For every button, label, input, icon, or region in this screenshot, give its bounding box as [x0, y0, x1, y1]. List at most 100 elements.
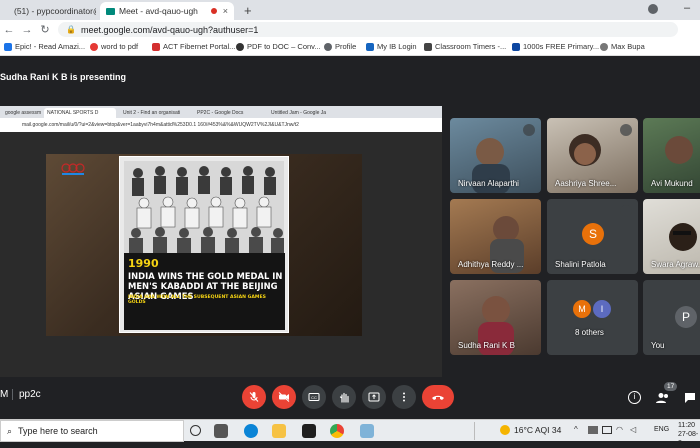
cortana-icon[interactable] [190, 425, 201, 436]
url-text: meet.google.com/avd-qauo-ugh?authuser=1 [80, 24, 259, 35]
shared-tab-active: NATIONAL SPORTS D [44, 108, 116, 118]
bookmark-profile[interactable]: Profile [324, 42, 356, 51]
url-field[interactable]: 🔒 meet.google.com/avd-qauo-ugh?authuser=… [58, 22, 678, 37]
edge-icon[interactable] [244, 424, 258, 438]
bookmark-act-fibernet[interactable]: ACT Fibernet Portal... [152, 42, 235, 51]
clock[interactable]: 11:20 27-08-2 [678, 421, 700, 448]
mic-off-icon [620, 205, 632, 217]
display-icon[interactable] [588, 426, 598, 434]
bookmark-word-to-pdf[interactable]: word to pdf [90, 42, 138, 51]
bookmark-1000s-free[interactable]: 1000s FREE Primary... [512, 42, 599, 51]
file-explorer-icon[interactable] [272, 424, 286, 438]
sticky-notes-icon[interactable] [302, 424, 316, 438]
participant-tile[interactable]: Adhithya Reddy ... [450, 199, 541, 274]
shared-tab: Untitled Jam - Google Ja [271, 110, 327, 116]
browser-tab-active[interactable]: Meet - avd-qauo-ugh × [100, 2, 234, 20]
self-tile[interactable]: P You [643, 280, 700, 355]
chrome-icon[interactable] [330, 424, 344, 438]
bookmark-classroom-timers[interactable]: Classroom Timers -... [424, 42, 506, 51]
participant-tile[interactable]: S Shalini Patlola [547, 199, 638, 274]
present-button[interactable] [362, 385, 386, 409]
slide-year: 1990 [128, 257, 159, 270]
tab-label: (51) - pypcoordinator@th [14, 6, 96, 16]
hand-icon [339, 392, 349, 403]
people-icon [656, 393, 668, 403]
language-indicator[interactable]: ENG [654, 426, 669, 433]
weather-icon [500, 425, 510, 435]
avatar: P [675, 306, 697, 328]
browser-tab-bar: (51) - pypcoordinator@th × Meet - avd-qa… [0, 0, 700, 20]
browser-tab[interactable]: (51) - pypcoordinator@th × [4, 2, 96, 20]
meet-icon [106, 7, 115, 15]
meet-control-bar: M pp2c CC i 17 [0, 377, 700, 419]
participant-tile[interactable]: Swara Agraw... [643, 199, 700, 274]
search-icon: ⌕ [7, 425, 13, 436]
participant-name: Sudha Rani K B [458, 341, 515, 350]
back-icon[interactable]: ← [0, 24, 18, 36]
mic-off-icon [523, 124, 535, 136]
mic-off-icon [249, 392, 259, 402]
clock-date: 27-08-2 [678, 431, 699, 447]
chat-button[interactable] [684, 391, 696, 409]
chat-icon [685, 393, 695, 403]
more-vert-icon [403, 392, 405, 402]
search-placeholder: Type here to search [18, 426, 98, 436]
avatar: S [582, 223, 604, 245]
battery-icon[interactable] [602, 426, 612, 434]
heart-icon [90, 42, 98, 51]
shared-tab: Unit 2 - Find an organisati [123, 110, 181, 116]
info-icon[interactable]: i [628, 391, 641, 404]
participant-name: Nirvaan Alaparthi [458, 179, 519, 188]
mic-toggle-button[interactable] [242, 385, 266, 409]
captions-icon: CC [308, 393, 320, 401]
participant-tile[interactable]: Avi Mukund [643, 118, 700, 193]
bookmark-my-ib-login[interactable]: My IB Login [366, 42, 417, 51]
others-tile[interactable]: M I 8 others [547, 280, 638, 355]
shared-tab: PP2C - Google Docs [197, 110, 244, 116]
reload-icon[interactable]: ↻ [36, 23, 54, 36]
svg-text:CC: CC [311, 395, 317, 400]
forward-icon[interactable]: → [18, 24, 36, 36]
slide-subline: INDIA HAS WON ALL THE SUBSEQUENT ASIAN G… [128, 295, 266, 305]
task-view-icon[interactable] [214, 424, 228, 438]
presentation-slide: 1990 INDIA WINS THE GOLD MEDAL IN MEN'S … [46, 154, 362, 336]
rings-logo-icon [61, 163, 85, 175]
minimize-icon[interactable]: – [684, 2, 690, 14]
meeting-prefix: M [0, 389, 9, 400]
clock-time: 11:20 [678, 422, 695, 429]
bookmark-epic[interactable]: Epic! - Read Amazi... [4, 42, 85, 51]
taskbar-search[interactable]: ⌕ Type here to search [0, 420, 184, 442]
weather-text: 16°C AQI 34 [514, 425, 562, 435]
present-icon [368, 392, 380, 402]
participant-name: Aashriya Shree... [555, 179, 617, 188]
others-count: 8 others [575, 328, 604, 337]
raise-hand-button[interactable] [332, 385, 356, 409]
bookmark-pdf-to-doc[interactable]: PDF to DOC – Conv... [236, 42, 321, 51]
captions-button[interactable]: CC [302, 385, 326, 409]
globe-icon [324, 42, 332, 51]
new-tab-icon[interactable]: + [244, 3, 252, 18]
volume-icon[interactable]: ◁ [630, 425, 636, 434]
participant-tile[interactable]: Sudha Rani K B [450, 280, 541, 355]
wifi-icon[interactable]: ◠ [616, 425, 623, 434]
tray-chevron-icon[interactable]: ^ [574, 425, 578, 434]
mic-off-icon [620, 124, 632, 136]
shared-url-bar: mail.google.com/mail/u/0/?ui=2&view=btop… [0, 118, 442, 132]
timer-icon [424, 42, 432, 51]
participant-tile[interactable]: Nirvaan Alaparthi [450, 118, 541, 193]
people-button[interactable]: 17 [656, 382, 678, 409]
close-icon[interactable]: × [223, 6, 228, 16]
camera-toggle-button[interactable] [272, 385, 296, 409]
participant-tile[interactable]: Aashriya Shree... [547, 118, 638, 193]
profile-icon[interactable] [648, 4, 658, 14]
bookmark-max-bupa[interactable]: Max Bupa [600, 42, 645, 51]
slide-caption: 1990 INDIA WINS THE GOLD MEDAL IN MEN'S … [124, 253, 285, 330]
more-options-button[interactable] [392, 385, 416, 409]
paint-icon[interactable] [360, 424, 374, 438]
leave-call-button[interactable] [422, 385, 454, 409]
bookmark-icon [4, 42, 12, 51]
shared-url-text: mail.google.com/mail/u/0/?ui=2&view=btop… [22, 122, 299, 128]
participant-count-badge: 17 [664, 382, 678, 391]
avatar: I [593, 300, 611, 318]
presenter-banner: Sudha Rani K B is presenting [0, 72, 127, 82]
